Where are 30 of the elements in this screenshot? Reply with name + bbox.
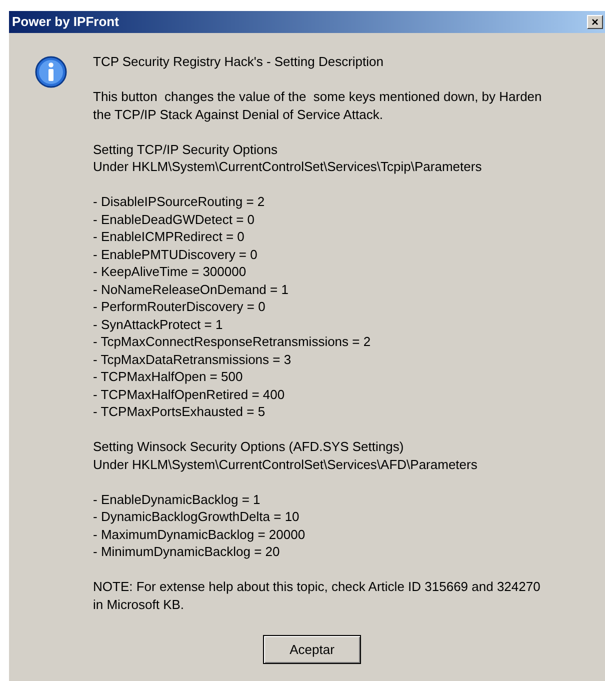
- message-line: - TCPMaxHalfOpenRetired = 400: [93, 386, 286, 403]
- message-line: Under HKLM\System\CurrentControlSet\Services\AFD\Parameters: [93, 456, 478, 473]
- message-line: Under HKLM\System\CurrentControlSet\Services\Tcpip\Parameters: [93, 158, 483, 176]
- message-line: - EnableICMPRedirect = 0: [93, 228, 246, 246]
- message-line: - TCPMaxPortsExhausted = 5: [93, 403, 266, 420]
- message-line: - MaximumDynamicBacklog = 20000: [93, 526, 306, 543]
- accept-button[interactable]: Aceptar: [263, 635, 361, 664]
- message-line: - DynamicBacklogGrowthDelta = 10: [93, 508, 300, 526]
- message-line: This button changes the value of the some keys mentioned down, by Harden: [93, 88, 542, 106]
- info-icon: [34, 55, 68, 89]
- message-line: in Microsoft KB.: [93, 596, 186, 613]
- message-line: - DisableIPSourceRouting = 2: [93, 193, 266, 210]
- message-line: NOTE: For extense help about this topic, check Article ID 315669 and 324270: [93, 578, 542, 596]
- close-button[interactable]: ×: [587, 15, 603, 29]
- message-line: - TcpMaxDataRetransmissions = 3: [93, 350, 292, 368]
- message-line: - MinimumDynamicBacklog = 20: [93, 543, 281, 560]
- message-line: - SynAttackProtect = 1: [93, 316, 224, 333]
- message-line: - EnableDynamicBacklog = 1: [93, 490, 262, 508]
- message-line: Setting Winsock Security Options (AFD.SYS Settings): [93, 438, 405, 456]
- message-line: - TcpMaxConnectResponseRetransmissions = 2: [93, 333, 372, 350]
- window-title: Power by IPFront: [12, 13, 119, 32]
- message-line: Setting TCP/IP Security Options: [93, 140, 278, 158]
- message-line: - PerformRouterDiscovery = 0: [93, 298, 266, 316]
- message-line: - EnableDeadGWDetect = 0: [93, 210, 256, 228]
- message-line: - TCPMaxHalfOpen = 500: [93, 368, 244, 386]
- message-line: TCP Security Registry Hack's - Setting Description: [93, 53, 385, 70]
- message-line: - KeepAliveTime = 300000: [93, 263, 248, 280]
- message-line: - NoNameReleaseOnDemand = 1: [93, 280, 290, 298]
- message-line: - EnablePMTUDiscovery = 0: [93, 246, 258, 263]
- message-line: the TCP/IP Stack Against Denial of Service Attack.: [93, 106, 384, 123]
